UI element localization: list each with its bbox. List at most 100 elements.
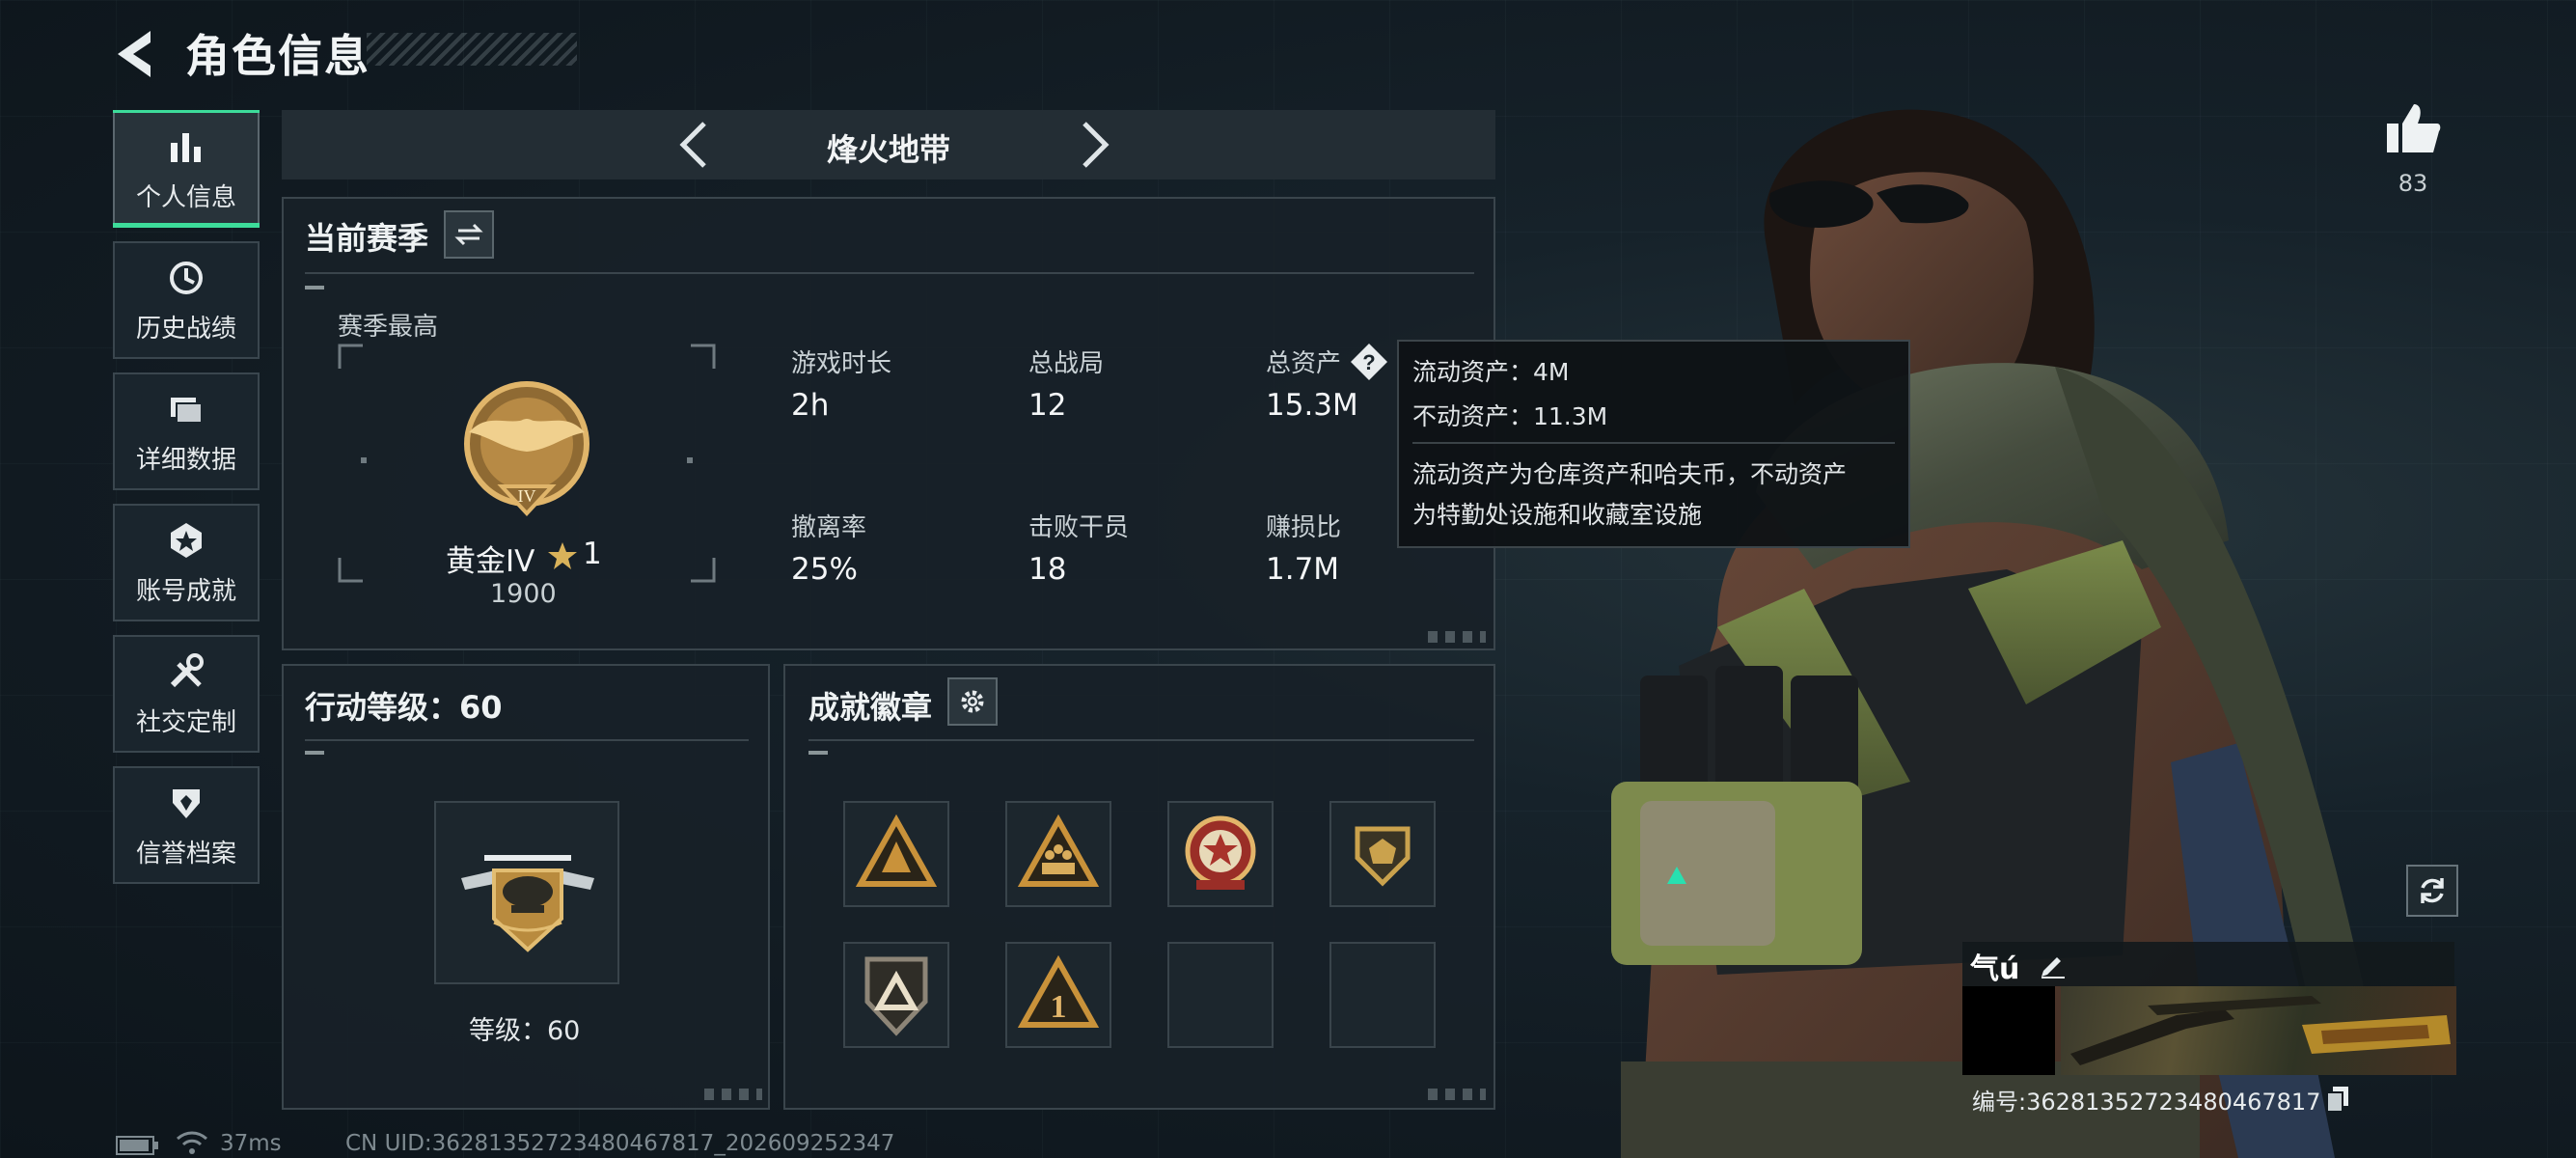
tooltip-fixed-assets: 不动资产：11.3M <box>1412 402 1608 430</box>
gear-icon <box>961 690 984 713</box>
wifi-icon <box>177 1131 207 1154</box>
weapon-image <box>2070 996 2451 1065</box>
like-count: 83 <box>2398 170 2428 197</box>
triangle-emblem-icon <box>855 813 938 887</box>
action-level-title: 行动等级：60 <box>305 689 503 726</box>
client-uid: CN UID:3628135272348046781​7_20260925234… <box>345 1131 895 1156</box>
nav-label: 详细数据 <box>135 445 236 475</box>
badge-slot-2[interactable] <box>1005 801 1111 907</box>
weapon-showcase-card[interactable] <box>2061 986 2456 1075</box>
thumbs-up-icon[interactable] <box>2383 100 2443 156</box>
folders-icon <box>171 397 203 424</box>
player-name-bar <box>1962 942 2454 986</box>
divider-accent <box>808 751 828 755</box>
help-icon[interactable]: ? <box>1349 342 1389 382</box>
achievements-title: 成就徽章 <box>808 689 933 726</box>
nav-detailed-data[interactable]: 详细数据 <box>113 372 260 490</box>
title-decoration <box>367 33 577 66</box>
season-best-label: 赛季最高 <box>338 313 439 342</box>
stat-matches-value: 12 <box>1028 388 1067 423</box>
achievements-divider <box>808 739 1474 741</box>
season-divider <box>305 272 1474 274</box>
divider-accent <box>305 286 324 290</box>
level-caption: 等级：60 <box>469 1016 581 1046</box>
badge-slot-empty[interactable] <box>1329 942 1436 1048</box>
rank-stars: 1 <box>583 537 602 571</box>
nav-social-custom[interactable]: 社交定制 <box>113 635 260 753</box>
number-one-triangle-icon: 1 <box>1017 954 1100 1028</box>
ping-value: 37ms <box>220 1131 282 1156</box>
badge-slot-4[interactable] <box>1329 801 1436 907</box>
stat-profit-ratio-label: 赚损比 <box>1266 513 1342 542</box>
divider-accent <box>305 751 324 755</box>
nav-label: 账号成就 <box>135 576 236 606</box>
refresh-button[interactable] <box>2406 865 2458 917</box>
nav-achievements[interactable]: 账号成就 <box>113 504 260 621</box>
nav-personal-info[interactable]: 个人信息 <box>113 110 260 228</box>
tooltip-liquid-assets: 流动资产：4M <box>1412 358 1570 386</box>
bar-chart-icon <box>171 132 201 162</box>
rank-name: 黄金IV <box>446 544 535 579</box>
tooltip-desc-line2: 为特勤处设施和收藏室设施 <box>1412 501 1703 529</box>
nav-label: 历史战绩 <box>135 314 236 344</box>
player-id: 编号:3628135272348046781​7 <box>1972 1089 2321 1116</box>
assets-tooltip: 流动资产：4M 不动资产：11.3M 流动资产为仓库资产和哈夫币，不动资产 为特… <box>1397 340 1910 548</box>
panel-corner-marks <box>1428 1089 1486 1100</box>
stat-playtime-value: 2h <box>791 388 830 423</box>
season-title: 当前赛季 <box>305 220 429 257</box>
badge-slot-1[interactable] <box>843 801 949 907</box>
rank-badge-icon: IV <box>464 381 589 516</box>
nav-label: 社交定制 <box>135 707 236 737</box>
page-title: 角色信息 <box>185 30 370 82</box>
badge-slot-3[interactable] <box>1167 801 1274 907</box>
tooltip-desc-line1: 流动资产为仓库资产和哈夫币，不动资产 <box>1412 460 1848 488</box>
badge-slot-5[interactable] <box>843 942 949 1048</box>
rank-points: 1900 <box>490 579 557 609</box>
stat-extract-rate-value: 25% <box>791 552 858 587</box>
nav-label: 信誉档案 <box>135 839 236 868</box>
stat-matches-label: 总战局 <box>1028 349 1105 378</box>
badge-slot-6[interactable]: 1 <box>1005 942 1111 1048</box>
mode-next-button[interactable] <box>1063 116 1121 174</box>
shield-icon <box>173 788 200 818</box>
star-medal-icon <box>1185 815 1256 890</box>
copy-icon[interactable] <box>2323 1083 2352 1112</box>
squad-triangle-icon <box>1017 813 1100 887</box>
nav-label: 个人信息 <box>135 182 236 212</box>
back-button[interactable] <box>108 27 166 81</box>
edit-pencil-icon[interactable] <box>2038 948 2069 979</box>
svg-text:1: 1 <box>1051 989 1067 1025</box>
badge-slot-empty[interactable] <box>1167 942 1274 1048</box>
nav-match-history[interactable]: 历史战绩 <box>113 241 260 359</box>
tooltip-divider <box>1412 442 1895 444</box>
mode-title: 烽火地带 <box>826 131 950 168</box>
history-clock-icon <box>170 261 203 294</box>
panel-corner-marks <box>704 1089 762 1100</box>
stat-assets-label: 总资产 <box>1266 349 1342 378</box>
delta-shield-icon <box>864 956 928 1036</box>
battery-icon <box>116 1136 158 1155</box>
level-divider <box>305 739 749 741</box>
stat-assets-value: 15.3M <box>1266 388 1358 423</box>
stat-playtime-label: 游戏时长 <box>791 349 892 378</box>
level-badge-frame[interactable] <box>434 801 619 984</box>
helicopter-badge-icon <box>461 855 594 952</box>
achievement-star-icon <box>171 522 202 558</box>
nav-credit-profile[interactable]: 信誉档案 <box>113 766 260 884</box>
season-switch-button[interactable] <box>444 210 494 259</box>
panel-corner-marks <box>1428 631 1486 643</box>
crest-shield-icon <box>1355 826 1411 887</box>
rank-numeral: IV <box>518 486 536 506</box>
achievements-settings-button[interactable] <box>947 677 998 726</box>
tools-icon <box>170 652 204 687</box>
mode-selector: 烽火地带 <box>282 110 1495 179</box>
stat-extract-rate-label: 撤离率 <box>791 513 867 542</box>
svg-text:?: ? <box>1362 350 1375 374</box>
player-name: 气ú <box>1970 952 2020 986</box>
rank-star-icon <box>548 542 577 569</box>
avatar[interactable] <box>1962 986 2055 1075</box>
stat-profit-ratio-value: 1.7M <box>1266 552 1340 587</box>
refresh-icon <box>2421 878 2444 903</box>
swap-icon <box>454 223 483 246</box>
stat-kills-label: 击败干员 <box>1028 513 1130 542</box>
